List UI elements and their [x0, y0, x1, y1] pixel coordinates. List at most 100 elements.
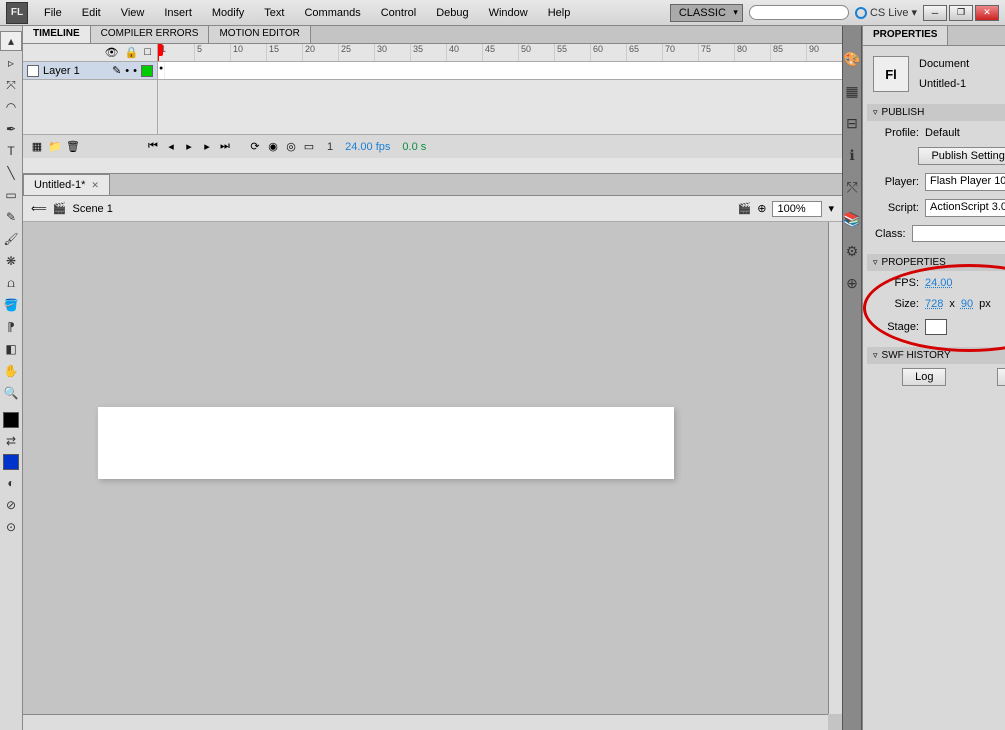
- eyedropper-tool[interactable]: ⁋: [0, 317, 22, 337]
- properties-panel-tab[interactable]: PROPERTIES: [863, 26, 1005, 46]
- size-height[interactable]: 90: [961, 298, 973, 310]
- goto-last-button[interactable]: ⏭: [217, 139, 233, 155]
- document-tab[interactable]: Untitled-1* ✕: [23, 174, 110, 195]
- onion-outline-button[interactable]: ◎: [283, 139, 299, 155]
- menu-control[interactable]: Control: [371, 3, 426, 23]
- step-fwd-button[interactable]: ▸: [199, 139, 215, 155]
- log-button[interactable]: Log: [902, 368, 946, 386]
- edit-scene-icon[interactable]: 🎬: [738, 202, 752, 215]
- menu-file[interactable]: File: [34, 3, 72, 23]
- hand-tool[interactable]: ✋: [0, 361, 22, 381]
- menu-text[interactable]: Text: [254, 3, 294, 23]
- lock-icon[interactable]: 🔒: [125, 46, 139, 59]
- behaviors-panel-icon[interactable]: ⊕: [843, 274, 861, 292]
- deco-tool[interactable]: ❋: [0, 251, 22, 271]
- center-frame-button[interactable]: ⟳: [247, 139, 263, 155]
- fill-color-swatch[interactable]: [3, 454, 19, 470]
- pen-tool[interactable]: ✒: [0, 119, 22, 139]
- swap-colors-icon[interactable]: ⇄: [0, 431, 22, 451]
- player-dropdown[interactable]: Flash Player 10.2: [925, 173, 1005, 191]
- selection-tool[interactable]: ▴: [0, 31, 22, 51]
- delete-layer-button[interactable]: 🗑: [65, 139, 81, 155]
- menu-help[interactable]: Help: [538, 3, 581, 23]
- goto-first-button[interactable]: ⏮: [145, 139, 161, 155]
- frame-ruler[interactable]: 1 5 10 15 20 25 30 35 40 45 50 55 60 65: [158, 44, 842, 62]
- workspace-dropdown[interactable]: CLASSIC: [670, 4, 743, 22]
- eraser-tool[interactable]: ◧: [0, 339, 22, 359]
- bone-tool[interactable]: ⩍: [0, 273, 22, 293]
- tab-compiler-errors[interactable]: COMPILER ERRORS: [91, 26, 210, 43]
- edit-multiple-button[interactable]: ▭: [301, 139, 317, 155]
- scrollbar-vertical[interactable]: [828, 222, 842, 714]
- menu-window[interactable]: Window: [479, 3, 538, 23]
- menu-commands[interactable]: Commands: [294, 3, 370, 23]
- properties-section-header[interactable]: PROPERTIES: [867, 254, 1005, 271]
- pencil-tool[interactable]: ✎: [0, 207, 22, 227]
- class-input[interactable]: [912, 225, 1005, 242]
- play-button[interactable]: ▸: [181, 139, 197, 155]
- layer-row[interactable]: Layer 1 ✎ • •: [23, 62, 157, 80]
- brush-tool[interactable]: 🖌: [0, 229, 22, 249]
- minimize-button[interactable]: ─: [923, 5, 947, 21]
- transform-panel-icon[interactable]: ⤲: [843, 178, 861, 196]
- scrollbar-horizontal[interactable]: [23, 714, 828, 730]
- onion-skin-button[interactable]: ◉: [265, 139, 281, 155]
- step-back-button[interactable]: ◂: [163, 139, 179, 155]
- stroke-color-swatch[interactable]: [3, 412, 19, 428]
- black-white-icon[interactable]: ◐: [0, 473, 22, 493]
- playhead[interactable]: [158, 44, 159, 61]
- zoom-tool[interactable]: 🔍: [0, 383, 22, 403]
- color-panel-icon[interactable]: 🎨: [843, 50, 861, 68]
- lasso-tool[interactable]: ◠: [0, 97, 22, 117]
- eye-icon[interactable]: 👁: [105, 46, 119, 59]
- swatches-panel-icon[interactable]: ▦: [843, 82, 861, 100]
- actions-panel-icon[interactable]: ⚙: [843, 242, 861, 260]
- snap-icon[interactable]: ⊙: [0, 517, 22, 537]
- menu-edit[interactable]: Edit: [72, 3, 111, 23]
- stage-color-swatch[interactable]: [925, 319, 947, 335]
- free-transform-tool[interactable]: ⤧: [0, 75, 22, 95]
- outline-icon[interactable]: □: [144, 46, 151, 59]
- edit-symbols-icon[interactable]: ⊕: [757, 202, 766, 215]
- no-color-icon[interactable]: ⊘: [0, 495, 22, 515]
- cs-live[interactable]: CS Live ▾: [855, 6, 917, 19]
- rectangle-tool[interactable]: ▭: [0, 185, 22, 205]
- align-panel-icon[interactable]: ⊟: [843, 114, 861, 132]
- new-layer-button[interactable]: ▦: [29, 139, 45, 155]
- stage[interactable]: [98, 407, 674, 479]
- maximize-button[interactable]: ❐: [949, 5, 973, 21]
- text-tool[interactable]: T: [0, 141, 22, 161]
- layer-dot1[interactable]: •: [125, 65, 129, 77]
- fps-value[interactable]: 24.00: [925, 277, 953, 289]
- back-icon[interactable]: ⟸: [31, 202, 47, 215]
- layer-dot2[interactable]: •: [133, 65, 137, 77]
- line-tool[interactable]: ╲: [0, 163, 22, 183]
- close-button[interactable]: ✕: [975, 5, 999, 21]
- search-input[interactable]: [749, 5, 849, 20]
- frame-track[interactable]: [158, 62, 842, 80]
- subselection-tool[interactable]: ▹: [0, 53, 22, 73]
- paint-bucket-tool[interactable]: 🪣: [0, 295, 22, 315]
- zoom-dropdown-icon[interactable]: ▾: [828, 202, 834, 215]
- library-panel-icon[interactable]: 📚: [843, 210, 861, 228]
- size-width[interactable]: 728: [925, 298, 943, 310]
- menu-insert[interactable]: Insert: [154, 3, 202, 23]
- close-tab-icon[interactable]: ✕: [91, 180, 99, 191]
- size-x: x: [949, 298, 955, 310]
- menu-modify[interactable]: Modify: [202, 3, 254, 23]
- new-folder-button[interactable]: 📁: [47, 139, 63, 155]
- layer-color-swatch[interactable]: [141, 65, 153, 77]
- swf-history-header[interactable]: SWF HISTORY: [867, 347, 1005, 364]
- keyframe[interactable]: [158, 62, 165, 79]
- menu-view[interactable]: View: [111, 3, 155, 23]
- stage-area[interactable]: [23, 222, 842, 730]
- info-panel-icon[interactable]: ℹ: [843, 146, 861, 164]
- zoom-input[interactable]: [772, 201, 822, 217]
- tab-motion-editor[interactable]: MOTION EDITOR: [209, 26, 310, 43]
- menu-debug[interactable]: Debug: [426, 3, 478, 23]
- tab-timeline[interactable]: TIMELINE: [23, 26, 91, 43]
- clear-button[interactable]: Clear: [997, 368, 1005, 386]
- publish-section-header[interactable]: PUBLISH: [867, 104, 1005, 121]
- script-dropdown[interactable]: ActionScript 3.0: [925, 199, 1005, 217]
- publish-settings-button[interactable]: Publish Settings...: [918, 147, 1005, 165]
